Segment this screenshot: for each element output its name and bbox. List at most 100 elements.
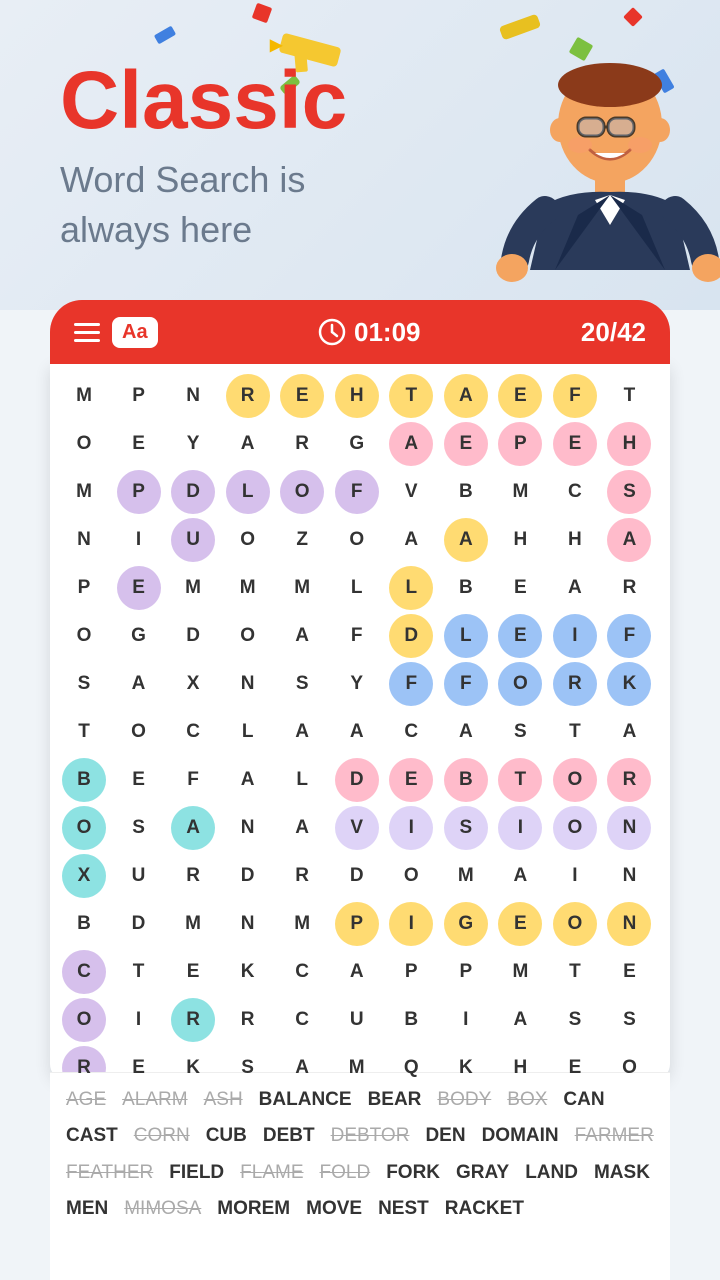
grid-cell[interactable]: D	[115, 900, 163, 948]
grid-cell[interactable]: N	[224, 660, 272, 708]
grid-cell[interactable]: O	[224, 516, 272, 564]
grid-cell[interactable]: B	[60, 900, 108, 948]
grid-cell[interactable]: A	[278, 804, 326, 852]
grid-cell[interactable]: G	[115, 612, 163, 660]
grid-cell[interactable]: B	[442, 468, 490, 516]
grid-cell[interactable]: P	[333, 900, 381, 948]
grid-cell[interactable]: N	[169, 372, 217, 420]
grid-cell[interactable]: I	[387, 804, 435, 852]
grid-cell[interactable]: D	[333, 756, 381, 804]
grid-cell[interactable]: B	[442, 756, 490, 804]
grid-cell[interactable]: V	[333, 804, 381, 852]
grid-cell[interactable]: S	[60, 660, 108, 708]
grid-cell[interactable]: O	[551, 804, 599, 852]
grid-cell[interactable]: T	[551, 948, 599, 996]
menu-button[interactable]	[74, 323, 100, 342]
grid-cell[interactable]: R	[551, 660, 599, 708]
grid-cell[interactable]: T	[387, 372, 435, 420]
grid-cell[interactable]: C	[60, 948, 108, 996]
grid-cell[interactable]: F	[333, 612, 381, 660]
grid-cell[interactable]: R	[169, 852, 217, 900]
grid-cell[interactable]: C	[278, 948, 326, 996]
grid-cell[interactable]: L	[224, 468, 272, 516]
grid-cell[interactable]: B	[442, 564, 490, 612]
grid-cell[interactable]: H	[551, 516, 599, 564]
grid-cell[interactable]: R	[278, 852, 326, 900]
grid-cell[interactable]: M	[169, 564, 217, 612]
grid-cell[interactable]: A	[551, 564, 599, 612]
grid-cell[interactable]: N	[224, 804, 272, 852]
grid-cell[interactable]: A	[496, 852, 544, 900]
grid-cell[interactable]: D	[169, 612, 217, 660]
grid-cell[interactable]: A	[169, 804, 217, 852]
grid-cell[interactable]: A	[442, 372, 490, 420]
grid-cell[interactable]: A	[333, 948, 381, 996]
grid-cell[interactable]: A	[278, 708, 326, 756]
grid-cell[interactable]: L	[333, 564, 381, 612]
grid-cell[interactable]: D	[224, 852, 272, 900]
grid-cell[interactable]: R	[605, 756, 653, 804]
grid-cell[interactable]: E	[115, 420, 163, 468]
grid-cell[interactable]: L	[442, 612, 490, 660]
grid-cell[interactable]: D	[169, 468, 217, 516]
grid-cell[interactable]: N	[605, 852, 653, 900]
grid-cell[interactable]: S	[442, 804, 490, 852]
grid-cell[interactable]: A	[496, 996, 544, 1044]
grid-cell[interactable]: E	[605, 948, 653, 996]
grid-cell[interactable]: O	[60, 420, 108, 468]
grid-cell[interactable]: O	[60, 996, 108, 1044]
grid-cell[interactable]: M	[496, 948, 544, 996]
grid-cell[interactable]: P	[115, 372, 163, 420]
grid-cell[interactable]: N	[605, 900, 653, 948]
grid-cell[interactable]: R	[605, 564, 653, 612]
grid-cell[interactable]: I	[387, 900, 435, 948]
grid-cell[interactable]: E	[496, 372, 544, 420]
grid-cell[interactable]: A	[333, 708, 381, 756]
grid-cell[interactable]: M	[278, 900, 326, 948]
grid-cell[interactable]: A	[224, 420, 272, 468]
grid-cell[interactable]: E	[442, 420, 490, 468]
grid-cell[interactable]: K	[224, 948, 272, 996]
grid-cell[interactable]: O	[333, 516, 381, 564]
grid-cell[interactable]: P	[496, 420, 544, 468]
grid-cell[interactable]: A	[115, 660, 163, 708]
grid-cell[interactable]: O	[115, 708, 163, 756]
grid-cell[interactable]: S	[605, 468, 653, 516]
grid-cell[interactable]: F	[605, 612, 653, 660]
grid-cell[interactable]: O	[224, 612, 272, 660]
grid-cell[interactable]: B	[387, 996, 435, 1044]
grid-cell[interactable]: C	[278, 996, 326, 1044]
grid-cell[interactable]: C	[169, 708, 217, 756]
grid-cell[interactable]: T	[551, 708, 599, 756]
grid-cell[interactable]: E	[496, 900, 544, 948]
grid-cell[interactable]: A	[224, 756, 272, 804]
grid-cell[interactable]: D	[387, 612, 435, 660]
grid-cell[interactable]: A	[387, 516, 435, 564]
grid-cell[interactable]: S	[605, 996, 653, 1044]
grid-cell[interactable]: O	[551, 900, 599, 948]
grid-cell[interactable]: E	[169, 948, 217, 996]
grid-cell[interactable]: H	[605, 420, 653, 468]
grid-cell[interactable]: O	[551, 756, 599, 804]
grid-cell[interactable]: I	[551, 612, 599, 660]
grid-cell[interactable]: F	[551, 372, 599, 420]
grid-cell[interactable]: V	[387, 468, 435, 516]
grid-cell[interactable]: F	[387, 660, 435, 708]
grid-cell[interactable]: L	[387, 564, 435, 612]
grid-cell[interactable]: U	[333, 996, 381, 1044]
grid-cell[interactable]: U	[169, 516, 217, 564]
grid-cell[interactable]: R	[224, 372, 272, 420]
grid-cell[interactable]: F	[169, 756, 217, 804]
grid-cell[interactable]: G	[333, 420, 381, 468]
grid-cell[interactable]: F	[442, 660, 490, 708]
grid-cell[interactable]: O	[496, 660, 544, 708]
grid-cell[interactable]: A	[442, 516, 490, 564]
grid-cell[interactable]: H	[333, 372, 381, 420]
grid-cell[interactable]: M	[224, 564, 272, 612]
grid-cell[interactable]: Z	[278, 516, 326, 564]
grid-cell[interactable]: B	[60, 756, 108, 804]
grid-cell[interactable]: K	[605, 660, 653, 708]
grid-cell[interactable]: T	[496, 756, 544, 804]
grid-cell[interactable]: F	[333, 468, 381, 516]
grid-cell[interactable]: C	[551, 468, 599, 516]
